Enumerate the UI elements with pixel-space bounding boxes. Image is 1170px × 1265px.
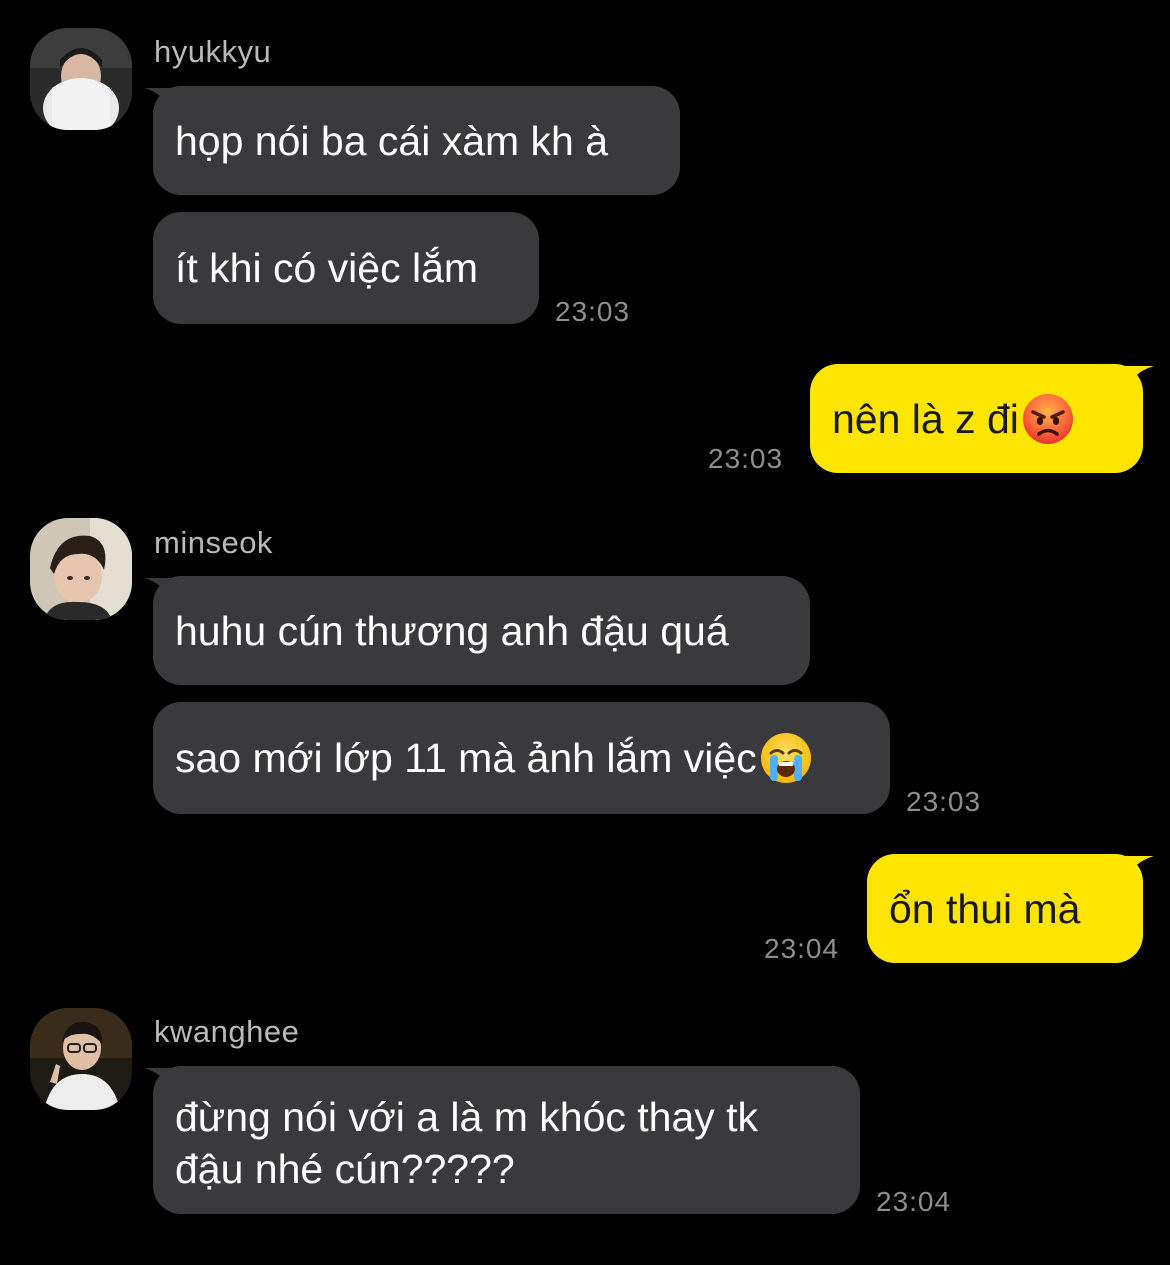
message-bubble[interactable]: đừng nói với a là m khóc thay tk đậu nhé… [153,1066,860,1214]
message-timestamp: 23:03 [708,443,784,474]
sender-name: minseok [154,525,273,560]
bubble-tail [1124,366,1154,392]
message-text: ổn thui mà [889,885,1081,932]
message-text: họp nói ba cái xàm kh à [175,117,609,164]
message-bubble[interactable]: huhu cún thương anh đậu quá [153,576,810,685]
message-bubble[interactable]: họp nói ba cái xàm kh à [153,86,680,195]
loudly-crying-face-emoji [759,731,813,785]
message-bubble-outgoing[interactable]: nên là z đi [810,364,1143,473]
message-text: ít khi có việc lắm [175,245,479,291]
message-timestamp: 23:03 [555,296,631,327]
avatar-hyukkyu[interactable] [30,28,132,130]
bubble-tail [1124,856,1154,882]
message-bubble[interactable]: sao mới lớp 11 mà ảnh lắm việc [153,702,890,814]
message-timestamp: 23:03 [906,786,982,817]
message-bubble-outgoing[interactable]: ổn thui mà [867,854,1143,963]
sender-name: hyukkyu [154,34,272,69]
message-text: huhu cún thương anh đậu quá [175,607,729,654]
message-text: nên là z đi [832,395,1019,442]
message-bubble[interactable]: ít khi có việc lắm [153,212,539,324]
message-timestamp: 23:04 [764,933,840,964]
message-text: đừng nói với a là m khóc thay tk đậu nhé… [175,1094,759,1192]
angry-face-emoji [1021,392,1075,446]
avatar-minseok[interactable] [30,518,132,620]
avatar-kwanghee[interactable] [30,1008,132,1110]
message-text: sao mới lớp 11 mà ảnh lắm việc [175,735,757,781]
sender-name: kwanghee [154,1014,300,1049]
message-timestamp: 23:04 [876,1186,952,1217]
